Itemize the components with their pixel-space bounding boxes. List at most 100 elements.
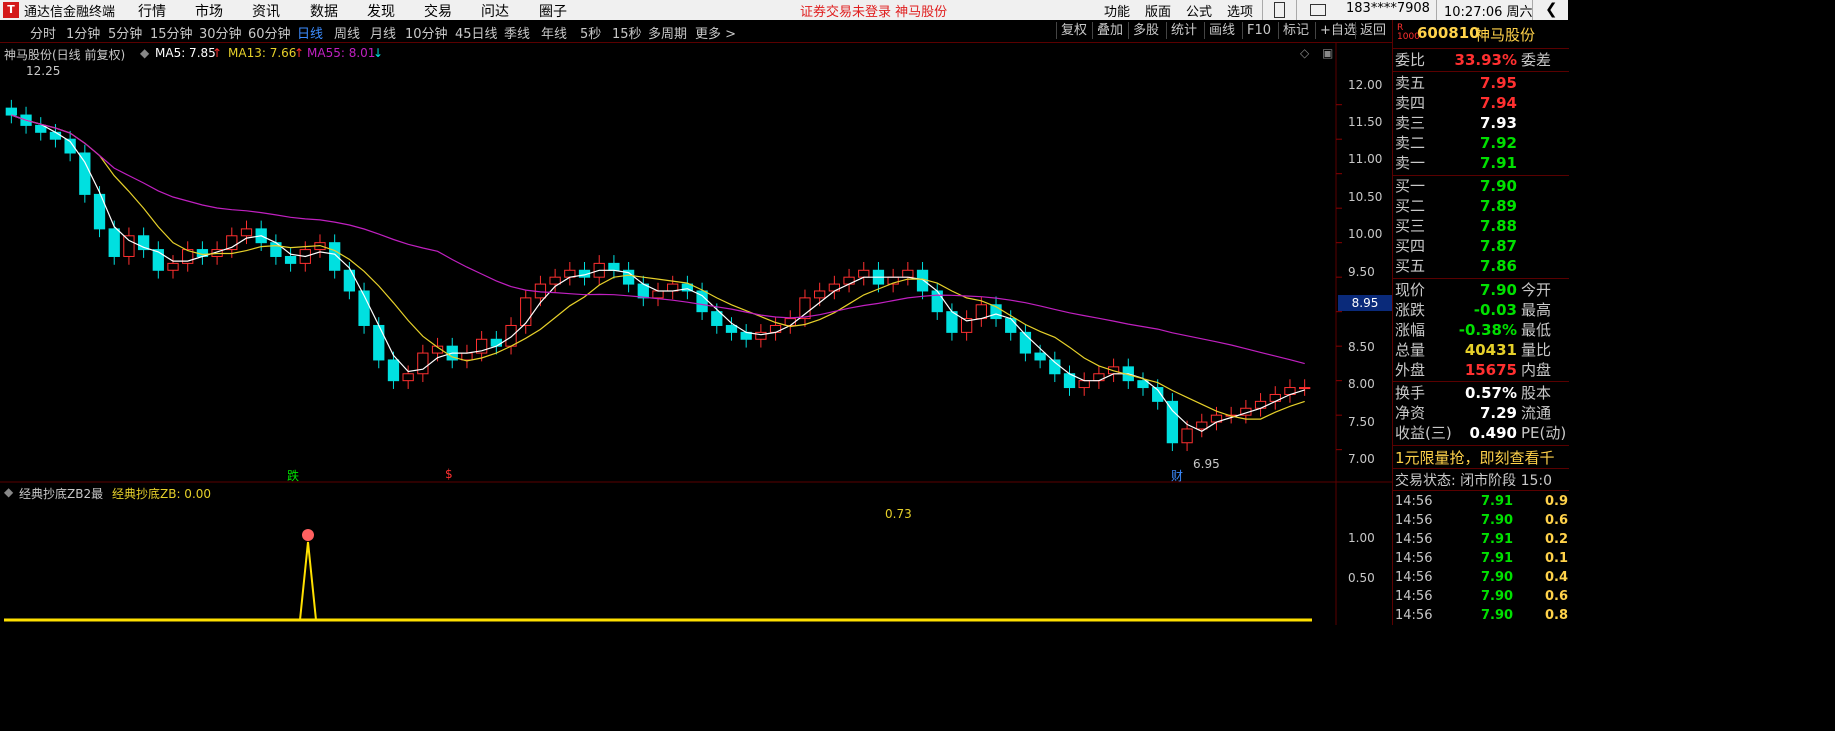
sell-price: 7.95 [1479,74,1517,92]
candle-body [549,276,561,285]
buy-level[interactable]: 买四 7.87 [1393,236,1569,256]
candle-body [387,359,400,382]
tab-30min[interactable]: 30分钟 [199,23,242,42]
tab-10min[interactable]: 10分钟 [405,23,448,42]
menu-discover[interactable]: 发现 [367,1,395,21]
tick-time: 14:56 [1395,513,1433,528]
stock-code: 600810 [1417,24,1480,42]
tab-more[interactable]: 更多 > [695,23,736,42]
candle-body [975,304,987,320]
sell-level[interactable]: 卖一 7.91 [1393,153,1569,173]
candle-body [284,255,297,264]
candle-body [608,262,620,271]
tab-minute[interactable]: 分时 [30,23,56,42]
indicator-spike [299,541,317,621]
panel-toggle-icon[interactable]: ▣ [1322,46,1333,60]
candle-body [461,352,473,361]
stat-label: 涨幅 [1395,321,1426,339]
menu-ask[interactable]: 问达 [481,1,509,21]
up-arrow-icon: ↑ [294,46,305,60]
tab-multi-period[interactable]: 多周期 [648,23,687,42]
menu-circle[interactable]: 圈子 [539,1,567,21]
weibi-value: 33.93% [1454,51,1517,69]
buy-level[interactable]: 买三 7.88 [1393,216,1569,236]
indicator-collapse-icon[interactable]: ◆ [4,485,13,499]
menu-function[interactable]: 功能 [1104,1,1130,20]
menu-layout[interactable]: 版面 [1145,1,1171,20]
tick-price: 7.91 [1481,551,1514,566]
candle-body [799,297,811,320]
menu-market[interactable]: 行情 [138,1,166,21]
tick-volume: 0.9 [1545,494,1569,509]
sell-level[interactable]: 卖二 7.92 [1393,133,1569,153]
tab-1min[interactable]: 1分钟 [66,23,100,42]
indicator-title[interactable]: 经典抄底ZB2最 [19,485,103,502]
promo-banner[interactable]: 1元限量抢，即刻查看千 [1395,447,1569,468]
stat-row: 净资 7.29 流通 [1393,403,1569,423]
event-marker-finance[interactable]: 财 [1171,467,1183,484]
mark-button[interactable]: 标记 [1278,22,1313,39]
candle-body [1034,352,1046,361]
menu-news[interactable]: 资讯 [252,1,280,21]
candle-body [490,338,502,347]
return-button[interactable]: 返回 [1355,22,1390,39]
candle-body [1166,400,1179,444]
menu-formula[interactable]: 公式 [1186,1,1212,20]
buy-level[interactable]: 买五 7.86 [1393,256,1569,276]
tab-5sec[interactable]: 5秒 [580,23,601,42]
menu-data[interactable]: 数据 [310,1,338,21]
event-marker-drop[interactable]: 跌 [287,467,299,484]
stat-label: 现价 [1395,281,1426,299]
stat-value: 7.90 [1479,281,1517,299]
weibi-label: 委比 [1395,51,1426,69]
candlestick-chart[interactable] [0,42,1392,625]
high-price-label: 12.25 [26,64,61,78]
buy-level[interactable]: 买一 7.90 [1393,176,1569,196]
weicha-label: 委差 [1521,51,1552,69]
f10-button[interactable]: F10 [1242,22,1275,39]
menu-trade[interactable]: 交易 [424,1,452,21]
tab-yearly[interactable]: 年线 [541,23,567,42]
adjust-button[interactable]: 复权 [1056,22,1091,39]
divider [1393,445,1569,446]
stat-value: -0.03 [1473,301,1517,319]
event-marker-dollar[interactable]: $ [445,467,453,481]
tick-price: 7.90 [1481,589,1514,604]
overlay-button[interactable]: 叠加 [1092,22,1127,39]
tab-60min[interactable]: 60分钟 [248,23,291,42]
sell-label: 卖二 [1395,134,1426,152]
legend-ma5: MA5: 7.85 [155,46,216,60]
tab-15min[interactable]: 15分钟 [150,23,193,42]
candle-body [152,249,164,271]
multi-stock-button[interactable]: 多股 [1128,22,1163,39]
phone-icon[interactable] [1274,2,1285,18]
diamond-icon[interactable]: ◇ [1300,46,1309,60]
back-arrow-icon[interactable]: ❮ [1545,0,1558,18]
account-phone[interactable]: 183****7908 [1346,1,1430,16]
stat-label-2: 今开 [1521,281,1552,299]
indicator-y-tick: 1.00 [1348,531,1375,545]
sell-level[interactable]: 卖三 7.93 [1393,113,1569,133]
sell-level[interactable]: 卖五 7.95 [1393,73,1569,93]
menu-exchange[interactable]: 市场 [195,1,223,21]
tab-15sec[interactable]: 15秒 [612,23,642,42]
stats-button[interactable]: 统计 [1166,22,1201,39]
menu-options[interactable]: 选项 [1227,1,1253,20]
sell-level[interactable]: 卖四 7.94 [1393,93,1569,113]
tab-quarterly[interactable]: 季线 [504,23,530,42]
candle-body [755,331,767,340]
tab-45day[interactable]: 45日线 [455,23,498,42]
draw-button[interactable]: 画线 [1204,22,1239,39]
buy-level[interactable]: 买二 7.89 [1393,196,1569,216]
login-warning[interactable]: 证券交易未登录 神马股份 [800,1,947,20]
mail-icon[interactable] [1310,4,1326,16]
tab-daily[interactable]: 日线 [297,23,323,42]
buy-price: 7.89 [1479,197,1517,215]
tick-volume: 0.1 [1545,551,1569,566]
tab-monthly[interactable]: 月线 [370,23,396,42]
tab-weekly[interactable]: 周线 [334,23,360,42]
legend-collapse-icon[interactable]: ◆ [140,46,149,60]
indicator-y-tick: 0.50 [1348,571,1375,585]
tick-volume: 0.2 [1545,532,1569,547]
tab-5min[interactable]: 5分钟 [108,23,142,42]
